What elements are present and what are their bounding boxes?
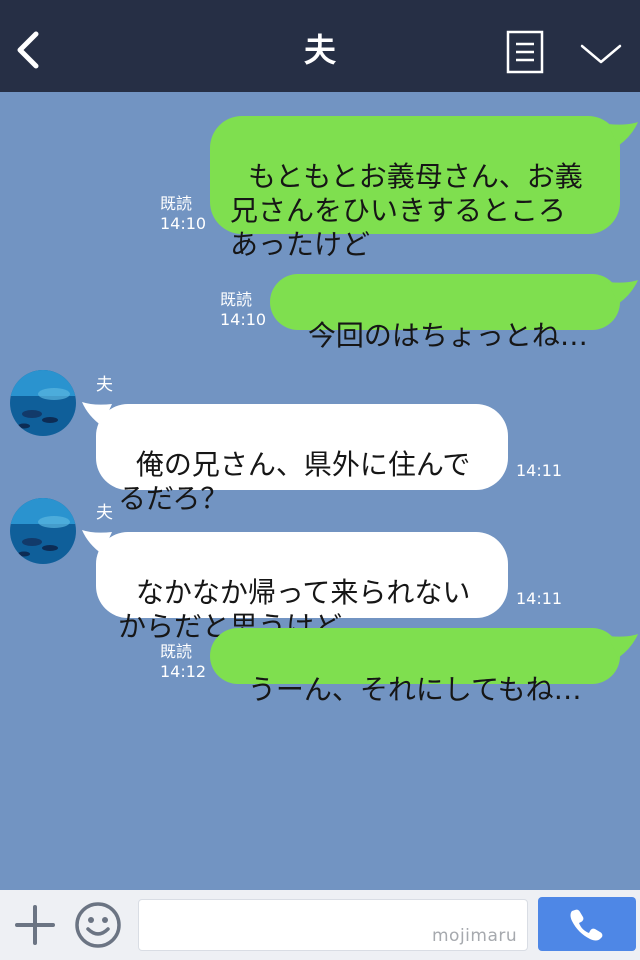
their-message-bubble[interactable]: なかなか帰って来られない からだと思うけど <box>96 532 508 643</box>
ocean-fish-avatar-icon <box>10 498 76 564</box>
message-meta: 既読 14:10 <box>220 290 266 330</box>
message-text: 今回のはちょっとね… <box>307 319 588 352</box>
bubble-tail <box>82 530 112 554</box>
bubble-tail <box>608 634 638 658</box>
emoji-button[interactable] <box>74 901 122 949</box>
menu-button[interactable] <box>506 30 544 74</box>
menu-list-icon <box>506 30 544 74</box>
message-time: 14:11 <box>516 589 563 608</box>
smiley-icon <box>75 902 121 948</box>
read-receipt: 既読 <box>220 290 253 309</box>
collapse-button[interactable] <box>578 36 624 70</box>
plus-icon <box>15 905 55 945</box>
read-receipt: 既読 <box>160 194 193 213</box>
their-message-bubble[interactable]: 俺の兄さん、県外に住んで るだろ？ <box>96 404 508 515</box>
message-text: うーん、それにしてもね… <box>247 673 582 706</box>
back-button[interactable] <box>10 26 50 74</box>
bubble-tail <box>608 280 638 304</box>
chevron-left-icon <box>17 31 39 69</box>
phone-icon <box>570 909 603 941</box>
sender-name: 夫 <box>96 375 113 395</box>
chat-title: 夫 <box>303 31 336 69</box>
bubble-tail <box>82 402 112 426</box>
read-receipt: 既読 <box>160 642 193 661</box>
message-time: 14:10 <box>160 214 207 233</box>
message-text: 俺の兄さん、県外に住んで るだろ？ <box>118 448 471 515</box>
message-time: 14:11 <box>516 461 563 480</box>
watermark-text: mojimaru <box>432 926 518 946</box>
bubble-tail <box>608 122 638 146</box>
my-message-bubble[interactable]: もともとお義母さん、お義 兄さんをひいきするところ あったけど <box>210 116 620 261</box>
call-button[interactable] <box>538 897 636 951</box>
message-time: 14:12 <box>160 662 207 681</box>
add-button[interactable] <box>14 904 56 946</box>
message-meta: 既読 14:10 <box>160 194 206 234</box>
contact-avatar[interactable] <box>10 370 76 436</box>
message-text: もともとお義母さん、お義 兄さんをひいきするところ あったけど <box>230 160 583 261</box>
sender-name: 夫 <box>96 503 113 523</box>
my-message-bubble[interactable]: うーん、それにしてもね… <box>210 628 620 706</box>
chat-header: 夫 <box>0 0 640 92</box>
my-message-bubble[interactable]: 今回のはちょっとね… <box>270 274 620 352</box>
message-meta: 既読 14:12 <box>160 642 206 682</box>
ocean-fish-avatar-icon <box>10 370 76 436</box>
chevron-down-icon <box>580 44 622 64</box>
message-time: 14:10 <box>220 310 267 329</box>
contact-avatar[interactable] <box>10 498 76 564</box>
